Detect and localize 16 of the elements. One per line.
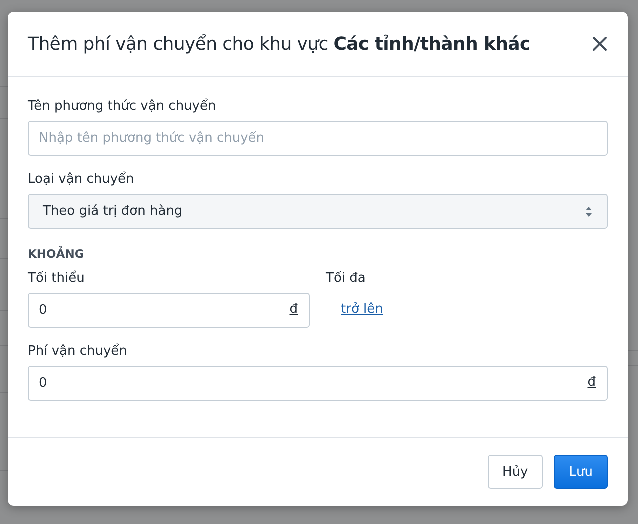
field-label: Tối thiểu — [28, 271, 85, 286]
shipping-type-dropdown[interactable]: Theo giá trị đơn hàng — [28, 194, 608, 229]
close-icon[interactable] — [592, 36, 608, 52]
field-label: Loại vận chuyển — [28, 172, 134, 187]
currency-unit: đ — [290, 302, 298, 317]
field-label: Tên phương thức vận chuyển — [28, 99, 216, 114]
save-button[interactable]: Lưu — [554, 455, 608, 489]
currency-unit: đ — [588, 375, 596, 390]
sort-caret-icon — [585, 206, 593, 218]
field-label: Phí vận chuyển — [28, 344, 128, 359]
dialog-title: Thêm phí vận chuyển cho khu vực Các tỉnh/thành khác — [28, 34, 530, 54]
section-heading: KHOẢNG — [28, 247, 84, 261]
field-label: Tối đa — [326, 271, 366, 286]
and-above-link[interactable]: trở lên — [341, 302, 384, 317]
cancel-button[interactable]: Hủy — [488, 455, 544, 489]
name-input-field[interactable]: Nhập tên phương thức vận chuyển — [28, 121, 608, 156]
